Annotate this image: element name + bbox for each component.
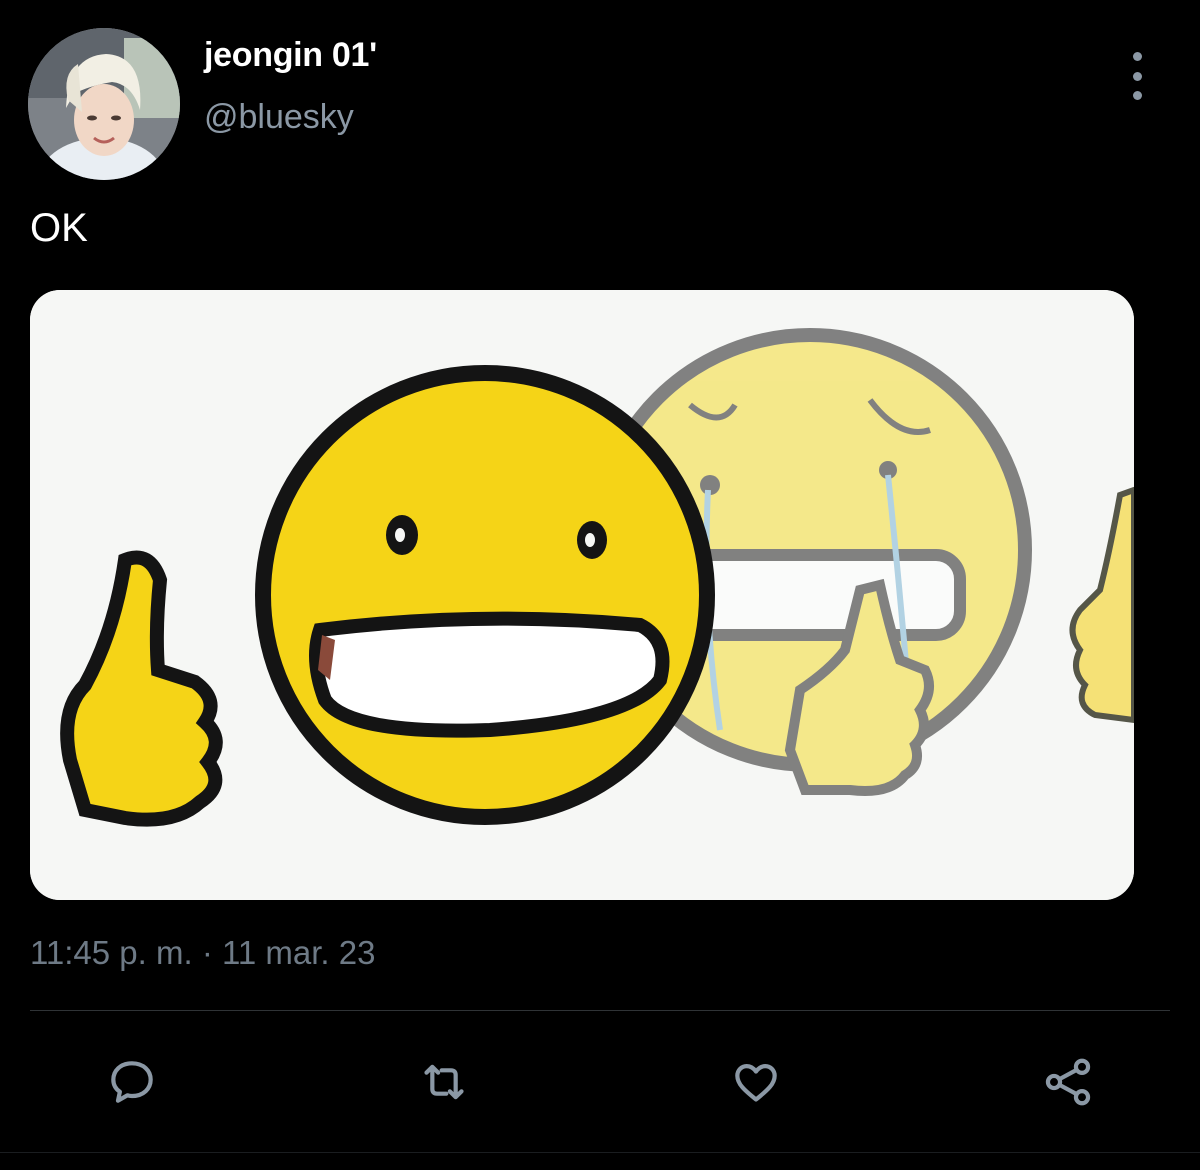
like-button[interactable] [724, 1050, 788, 1114]
divider [30, 1010, 1170, 1011]
avatar-photo [28, 28, 180, 180]
bottom-divider [0, 1152, 1200, 1153]
emoji-thumbs-up-meme [30, 290, 1134, 900]
more-options-icon[interactable] [1122, 52, 1152, 100]
retweet-button[interactable] [412, 1050, 476, 1114]
avatar[interactable] [28, 28, 180, 180]
tweet-timestamp[interactable]: 11:45 p. m. · 11 mar. 23 [30, 934, 375, 972]
author-name[interactable]: jeongin 01' [204, 36, 377, 75]
more-dot [1132, 91, 1142, 100]
tweet-text: OK [30, 206, 88, 250]
share-button[interactable] [1036, 1050, 1100, 1114]
reply-button[interactable] [100, 1050, 164, 1114]
reply-icon [111, 1061, 153, 1103]
more-dot [1132, 71, 1142, 81]
author-handle[interactable]: @bluesky [204, 98, 354, 137]
tweet-media-image[interactable] [30, 290, 1134, 900]
share-icon [1045, 1058, 1091, 1106]
heart-icon [735, 1064, 777, 1102]
retweet-icon [424, 1064, 464, 1100]
more-dot [1132, 52, 1142, 61]
